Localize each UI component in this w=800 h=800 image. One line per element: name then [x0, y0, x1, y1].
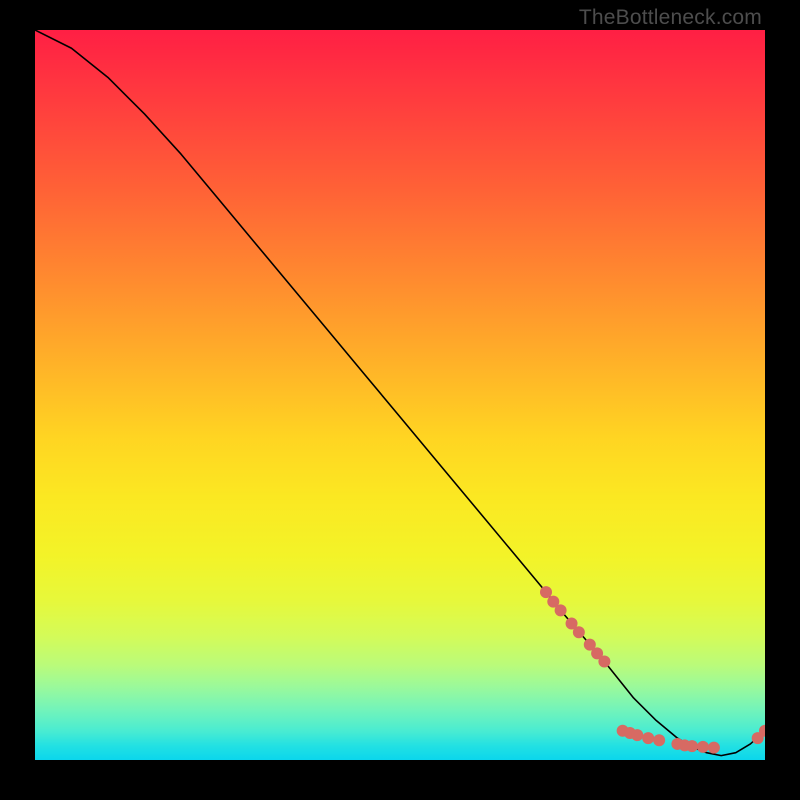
- curve-marker: [598, 655, 610, 667]
- plot-area: [35, 30, 765, 760]
- curve-marker: [708, 742, 720, 754]
- curve-marker: [686, 740, 698, 752]
- watermark-text: TheBottleneck.com: [579, 6, 762, 30]
- bottleneck-curve-line: [35, 30, 765, 756]
- curve-marker: [642, 732, 654, 744]
- curve-marker: [573, 626, 585, 638]
- curve-marker: [540, 586, 552, 598]
- curve-marker-layer: [540, 586, 765, 753]
- curve-marker: [697, 741, 709, 753]
- chart-stage: TheBottleneck.com: [0, 0, 800, 800]
- curve-marker: [555, 604, 567, 616]
- curve-marker: [631, 729, 643, 741]
- curve-marker: [653, 734, 665, 746]
- chart-svg: [35, 30, 765, 760]
